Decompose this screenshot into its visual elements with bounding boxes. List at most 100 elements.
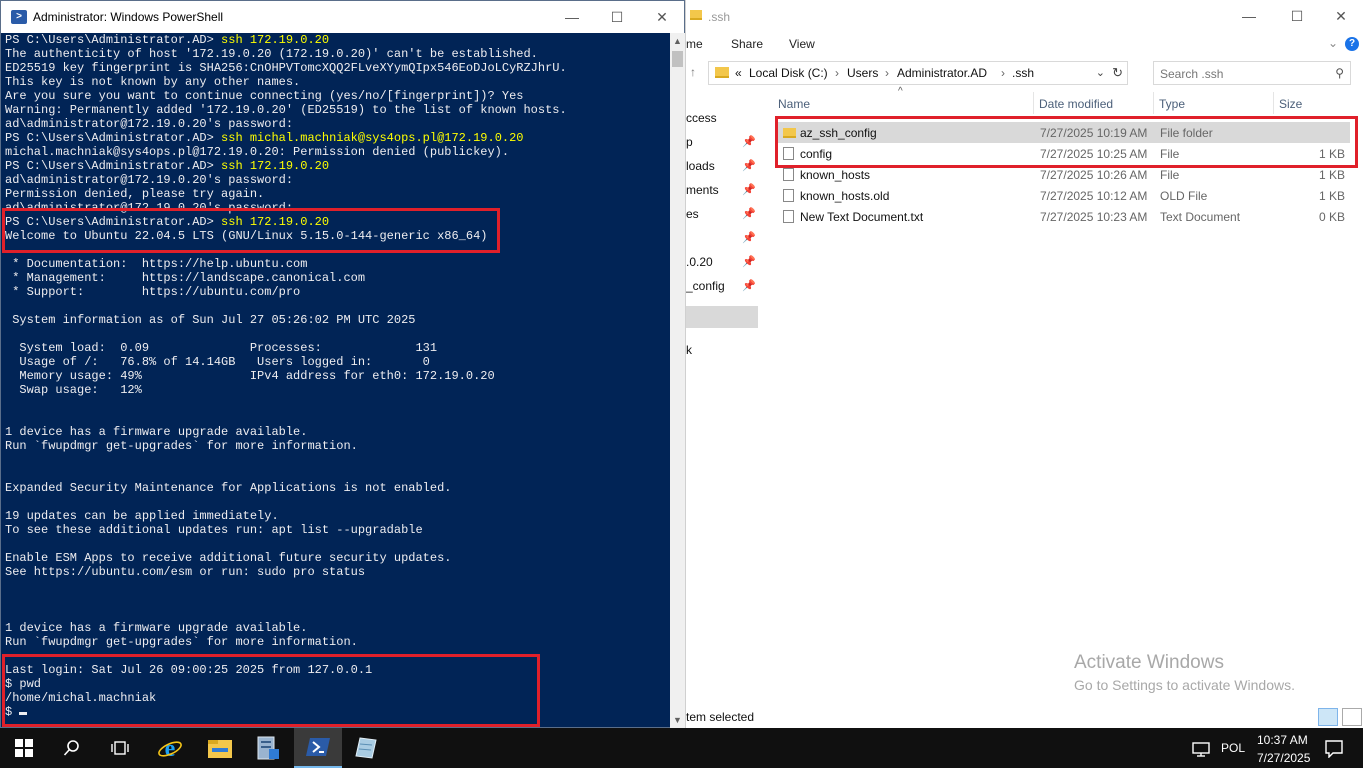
- up-arrow-icon[interactable]: ↑: [690, 65, 696, 79]
- powershell-icon: [306, 738, 330, 756]
- details-view-button[interactable]: [1318, 708, 1338, 726]
- address-separator: ›: [1001, 66, 1005, 80]
- nav-item-pictures[interactable]: es 📌: [686, 204, 758, 226]
- address-separator: ›: [835, 66, 839, 80]
- ribbon-expand-icon[interactable]: ⌄: [1328, 36, 1338, 50]
- app-button[interactable]: [342, 728, 390, 768]
- chevron-down-icon[interactable]: ⌄: [1096, 66, 1105, 79]
- terminal-output[interactable]: PS C:\Users\Administrator.AD> ssh 172.19…: [5, 33, 669, 729]
- minimize-button[interactable]: —: [1226, 0, 1272, 32]
- terminal-line: /home/michal.machniak: [5, 691, 669, 705]
- close-button[interactable]: ✕: [1318, 0, 1363, 32]
- ribbon-tab-share[interactable]: Share: [731, 37, 763, 51]
- address-bar[interactable]: « Local Disk (C:) › Users › Administrato…: [708, 61, 1128, 85]
- folder-icon: [715, 67, 729, 78]
- address-segment-local-disk[interactable]: Local Disk (C:): [749, 66, 828, 80]
- column-date-modified[interactable]: Date modified: [1039, 97, 1113, 121]
- server-manager-button[interactable]: [244, 728, 292, 768]
- file-row[interactable]: config 7/27/2025 10:25 AM File 1 KB: [778, 143, 1350, 164]
- ribbon-tab-view[interactable]: View: [789, 37, 815, 51]
- output-text: $ pwd: [5, 677, 42, 691]
- file-name: New Text Document.txt: [800, 210, 924, 224]
- file-row[interactable]: az_ssh_config 7/27/2025 10:19 AM File fo…: [778, 122, 1350, 143]
- nav-item-ssh-config[interactable]: _config 📌: [686, 276, 758, 298]
- vertical-scrollbar[interactable]: ▲ ▼: [670, 33, 685, 729]
- maximize-button[interactable]: ☐: [594, 1, 640, 33]
- output-text: Warning: Permanently added '172.19.0.20'…: [5, 103, 567, 117]
- terminal-line: Welcome to Ubuntu 22.04.5 LTS (GNU/Linux…: [5, 229, 669, 243]
- internet-explorer-button[interactable]: e: [146, 728, 194, 768]
- output-text: 1 device has a firmware upgrade availabl…: [5, 621, 308, 635]
- scrollbar-thumb[interactable]: [672, 51, 683, 67]
- minimize-button[interactable]: —: [549, 1, 595, 33]
- column-size[interactable]: Size: [1279, 97, 1302, 121]
- terminal-line: Usage of /: 76.8% of 14.14GB Users logge…: [5, 355, 669, 369]
- clock-time[interactable]: 10:37 AM: [1257, 733, 1308, 747]
- nav-item-quick-access[interactable]: ccess: [686, 108, 758, 130]
- address-segment-administrator[interactable]: Administrator.AD: [897, 66, 987, 80]
- terminal-line: The authenticity of host '172.19.0.20 (1…: [5, 47, 669, 61]
- column-type[interactable]: Type: [1159, 97, 1185, 121]
- search-input[interactable]: Search .ssh ⚲: [1153, 61, 1351, 85]
- address-overflow[interactable]: «: [735, 66, 742, 80]
- large-icons-view-button[interactable]: [1342, 708, 1362, 726]
- maximize-button[interactable]: ☐: [1274, 0, 1320, 32]
- output-text: Last login: Sat Jul 26 09:00:25 2025 fro…: [5, 663, 373, 677]
- search-icon: [63, 740, 79, 756]
- nav-item-selected[interactable]: [686, 306, 758, 328]
- column-name[interactable]: Name: [778, 97, 810, 121]
- file-explorer-icon: [208, 740, 232, 758]
- language-indicator[interactable]: POL: [1221, 741, 1245, 755]
- ribbon-tab-home[interactable]: me: [686, 37, 703, 51]
- scroll-up-icon[interactable]: ▲: [673, 36, 682, 46]
- task-view-button[interactable]: [96, 728, 144, 768]
- output-text: ad\administrator@172.19.0.20's password:: [5, 173, 294, 187]
- search-button[interactable]: [48, 728, 96, 768]
- prompt-text: PS C:\Users\Administrator.AD>: [5, 131, 222, 145]
- terminal-line: To see these additional updates run: apt…: [5, 523, 669, 537]
- notification-icon[interactable]: [1325, 740, 1343, 758]
- internet-explorer-icon: e: [158, 736, 182, 761]
- pin-icon: 📌: [742, 256, 756, 268]
- close-button[interactable]: ✕: [639, 1, 685, 33]
- clock-date[interactable]: 7/27/2025: [1257, 751, 1310, 765]
- file-explorer-window: .ssh — ☐ ✕ me Share View ⌄ ? ↑ « Local D…: [685, 0, 1363, 728]
- nav-item-network[interactable]: k: [686, 340, 758, 362]
- help-icon[interactable]: ?: [1345, 37, 1359, 51]
- file-size: 1 KB: [1318, 147, 1345, 161]
- powershell-taskbar-button[interactable]: [294, 728, 342, 768]
- output-text: ad\administrator@172.19.0.20's password:: [5, 201, 294, 215]
- terminal-line: * Management: https://landscape.canonica…: [5, 271, 669, 285]
- output-text: 19 updates can be applied immediately.: [5, 509, 279, 523]
- nav-item-documents[interactable]: ments 📌: [686, 180, 758, 202]
- explorer-titlebar[interactable]: .ssh — ☐ ✕: [686, 0, 1363, 32]
- nav-item-ip-folder[interactable]: .0.20 📌: [686, 252, 758, 274]
- refresh-icon[interactable]: ↻: [1112, 65, 1123, 81]
- output-text: Expanded Security Maintenance for Applic…: [5, 481, 452, 495]
- address-segment-ssh[interactable]: .ssh: [1012, 66, 1034, 80]
- start-button[interactable]: [0, 728, 48, 768]
- terminal-line: * Support: https://ubuntu.com/pro: [5, 285, 669, 299]
- nav-item-desktop[interactable]: p 📌: [686, 132, 758, 154]
- nav-item-pinned[interactable]: 📌: [686, 228, 758, 250]
- terminal-line: This key is not known by any other names…: [5, 75, 669, 89]
- output-text: michal.machniak@sys4ops.pl@172.19.0.20: …: [5, 145, 510, 159]
- network-icon[interactable]: [1192, 741, 1210, 757]
- file-row[interactable]: New Text Document.txt 7/27/2025 10:23 AM…: [778, 206, 1350, 227]
- scroll-down-icon[interactable]: ▼: [673, 715, 682, 725]
- search-placeholder: Search .ssh: [1160, 67, 1224, 81]
- powershell-titlebar[interactable]: > Administrator: Windows PowerShell — ☐ …: [1, 1, 684, 33]
- file-explorer-button[interactable]: [196, 728, 244, 768]
- file-date: 7/27/2025 10:25 AM: [1040, 147, 1148, 161]
- file-name: config: [800, 147, 833, 161]
- file-type: File: [1160, 147, 1180, 161]
- sort-up-icon: ^: [898, 86, 903, 97]
- terminal-line: Run `fwupdmgr get-upgrades` for more inf…: [5, 635, 669, 649]
- file-row[interactable]: known_hosts 7/27/2025 10:26 AM File 1 KB: [778, 164, 1350, 185]
- nav-item-downloads[interactable]: loads 📌: [686, 156, 758, 178]
- file-row[interactable]: known_hosts.old 7/27/2025 10:12 AM OLD F…: [778, 185, 1350, 206]
- terminal-line: Permission denied, please try again.: [5, 187, 669, 201]
- address-segment-users[interactable]: Users: [847, 66, 878, 80]
